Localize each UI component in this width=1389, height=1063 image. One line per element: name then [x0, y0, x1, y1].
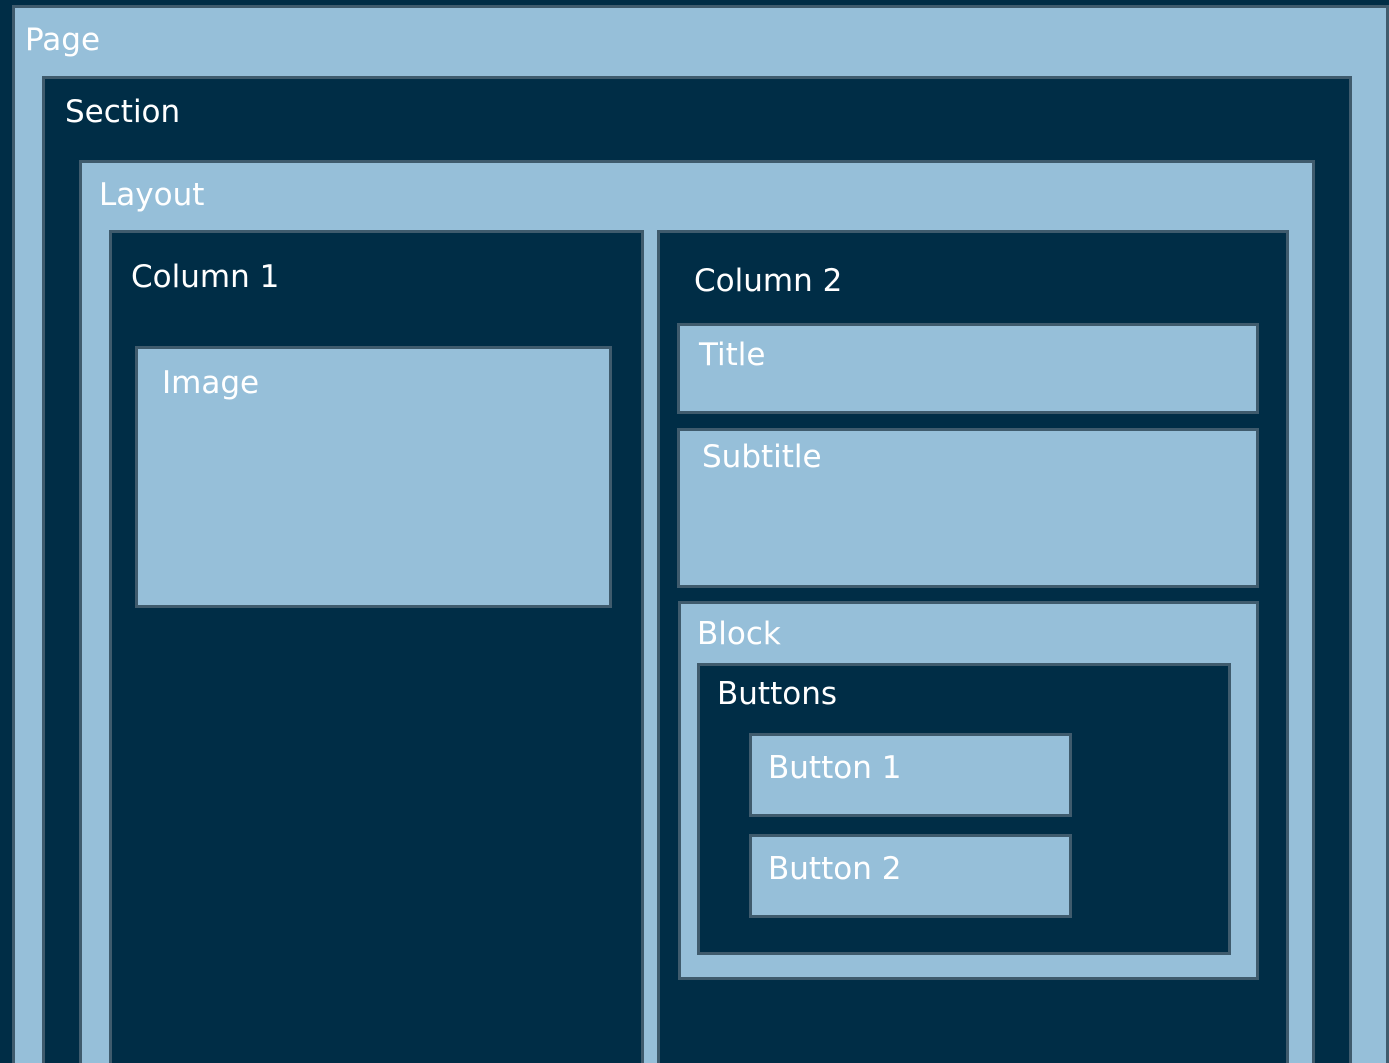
- block-label: Block: [697, 616, 781, 652]
- title-label: Title: [699, 337, 766, 373]
- layout-label: Layout: [99, 177, 205, 213]
- button-2-label: Button 2: [768, 851, 902, 887]
- page-label: Page: [25, 22, 101, 58]
- subtitle-label: Subtitle: [702, 439, 822, 475]
- image-label: Image: [162, 365, 260, 401]
- column-1-label: Column 1: [131, 259, 280, 295]
- buttons-label: Buttons: [717, 676, 837, 712]
- section-label: Section: [65, 94, 181, 130]
- button-1-label: Button 1: [768, 750, 902, 786]
- column-2-label: Column 2: [694, 263, 843, 299]
